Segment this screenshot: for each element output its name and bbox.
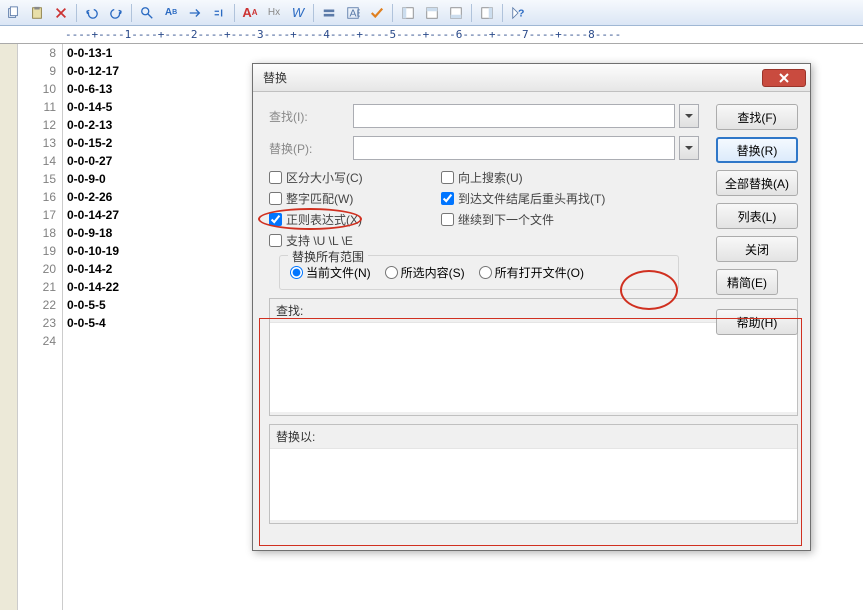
search-icon[interactable] (136, 2, 158, 24)
find-char-icon[interactable]: AB (160, 2, 182, 24)
close-icon[interactable] (762, 69, 806, 87)
delete-icon[interactable] (50, 2, 72, 24)
find-label: 查找(I): (269, 108, 347, 125)
dialog-titlebar[interactable]: 替换 (253, 64, 810, 92)
next-file-checkbox[interactable]: 继续到下一个文件 (441, 210, 661, 228)
find-input[interactable] (353, 104, 675, 128)
backslash-checkbox[interactable]: 支持 \U \L \E (269, 231, 441, 249)
panel1-icon[interactable] (397, 2, 419, 24)
block-icon[interactable]: AB (342, 2, 364, 24)
check-icon[interactable] (366, 2, 388, 24)
highlight-icon[interactable] (318, 2, 340, 24)
scope-selection-radio[interactable]: 所选内容(S) (385, 264, 465, 281)
replace-dialog: 替换 查找(F) 替换(R) 全部替换(A) 列表(L) 关闭 精简(E) 帮助… (252, 63, 811, 551)
fold-gutter (0, 44, 18, 610)
multiline-replace-label: 替换以: (270, 425, 797, 448)
multiline-replace-input[interactable] (270, 448, 797, 520)
replace-label: 替换(P): (269, 140, 347, 157)
replace-history-dropdown[interactable] (679, 136, 699, 160)
svg-text:?: ? (518, 7, 524, 19)
multiline-replace-area: 替换以: (269, 424, 798, 524)
find-button[interactable]: 查找(F) (716, 104, 798, 130)
scope-title: 替换所有范围 (288, 248, 368, 265)
case-checkbox[interactable]: 区分大小写(C) (269, 168, 441, 186)
simple-button[interactable]: 精简(E) (716, 269, 778, 295)
main-toolbar: AB AA Hx W AB ? (0, 0, 863, 26)
ruler: ----+----1----+----2----+----3----+----4… (0, 26, 863, 44)
wrap-icon[interactable]: W (287, 2, 309, 24)
list-button[interactable]: 列表(L) (716, 203, 798, 229)
help-button[interactable]: 帮助(H) (716, 309, 798, 335)
copy-icon[interactable] (2, 2, 24, 24)
panel4-icon[interactable] (476, 2, 498, 24)
panel3-icon[interactable] (445, 2, 467, 24)
wrap-eof-checkbox[interactable]: 到达文件结尾后重头再找(T) (441, 189, 661, 207)
hex-icon[interactable]: Hx (263, 2, 285, 24)
whole-word-checkbox[interactable]: 整字匹配(W) (269, 189, 441, 207)
replace-all-button[interactable]: 全部替换(A) (716, 170, 798, 196)
undo-icon[interactable] (81, 2, 103, 24)
scope-group: 替换所有范围 当前文件(N) 所选内容(S) 所有打开文件(O) (279, 255, 679, 290)
help-icon[interactable]: ? (507, 2, 529, 24)
regex-checkbox[interactable]: 正则表达式(X) (269, 210, 441, 228)
replace-button[interactable]: 替换(R) (716, 137, 798, 163)
search-up-checkbox[interactable]: 向上搜索(U) (441, 168, 661, 186)
multiline-find-input[interactable] (270, 322, 797, 412)
redo-icon[interactable] (105, 2, 127, 24)
goto-icon[interactable] (184, 2, 206, 24)
scope-current-radio[interactable]: 当前文件(N) (290, 264, 371, 281)
replace-input[interactable] (353, 136, 675, 160)
font-size-icon[interactable]: AA (239, 2, 261, 24)
dialog-title: 替换 (263, 69, 762, 86)
bookmark-icon[interactable] (208, 2, 230, 24)
panel2-icon[interactable] (421, 2, 443, 24)
scope-all-open-radio[interactable]: 所有打开文件(O) (479, 264, 584, 281)
svg-text:AB: AB (350, 7, 361, 19)
find-history-dropdown[interactable] (679, 104, 699, 128)
line-number-gutter: 89101112131415161718192021222324 (18, 44, 63, 610)
close-button[interactable]: 关闭 (716, 236, 798, 262)
paste-icon[interactable] (26, 2, 48, 24)
